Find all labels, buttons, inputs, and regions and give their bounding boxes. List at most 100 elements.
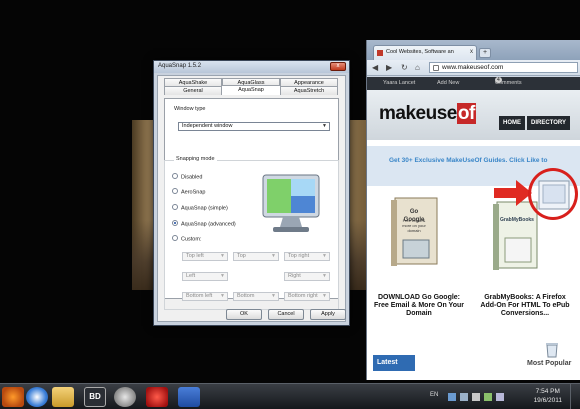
chevron-down-icon: ▼ [322,273,327,279]
reload-icon[interactable]: ↻ [401,63,408,73]
browser-tab[interactable]: Cool Websites, Software an x [373,45,477,60]
tab-general[interactable]: General [164,86,222,95]
radio-dot [172,235,178,241]
book2-title-link[interactable]: GrabMyBooks: A Firefox Add-On For HTML T… [479,294,571,318]
logo-of: of [456,103,476,124]
chevron-down-icon: ▼ [322,123,327,129]
show-desktop-button[interactable] [570,384,580,409]
select-value: Bottom left [186,293,213,299]
dialog-tabs: AquaShake AquaGlass Appearance General A… [158,76,345,96]
clock[interactable]: 7:54 PM 19/6/2011 [534,387,562,405]
snap-preview-icon [538,180,570,210]
explorer-icon[interactable] [52,387,74,407]
browser-toolbar: ◀ ▶ ↻ ⌂ www.makeuseof.com [367,60,580,76]
window-type-label: Window type [174,106,206,112]
tray-network-icon[interactable] [448,393,456,401]
monitor-preview-icon [262,174,320,232]
new-tab-button[interactable]: + [479,48,491,58]
bd-app-icon[interactable]: BD [84,387,106,407]
close-button[interactable]: x [330,62,346,71]
add-new-menu[interactable]: Add New [437,77,459,90]
radio-custom[interactable]: Custom: [172,235,202,243]
select-top[interactable]: Top ▼ [233,252,279,261]
media-icon[interactable] [146,387,168,407]
chevron-down-icon: ▼ [322,293,327,299]
back-icon[interactable]: ◀ [372,63,378,73]
site-admin-bar: Yaara Lancet Add New Comments 4 [367,77,580,90]
radio-dot [172,188,178,194]
chevron-down-icon: ▼ [220,253,225,259]
tray-flag-icon[interactable] [484,393,492,401]
tray-volume-icon[interactable] [472,393,480,401]
radio-label: Custom: [181,236,202,243]
radio-label: AquaSnap (simple) [181,205,228,212]
book2-cover-title: GrabMyBooks [500,217,534,223]
latest-heading: Latest [373,355,415,371]
select-top-right[interactable]: Top right ▼ [284,252,330,261]
radio-dot [172,204,178,210]
select-bottom[interactable]: Bottom ▼ [233,292,279,301]
tab-close-icon[interactable]: x [470,46,473,59]
chevron-down-icon: ▼ [271,293,276,299]
tab-aquasnap[interactable]: AquaSnap [221,85,281,95]
dialog-body: AquaShake AquaGlass Appearance General A… [157,75,346,322]
cancel-button[interactable]: Cancel [268,309,304,320]
select-left[interactable]: Left ▼ [182,272,228,281]
makeuseof-logo[interactable]: makeuseof [379,103,476,125]
tab-aquastretch[interactable]: AquaStretch [280,86,338,95]
radio-aquasnap-advanced[interactable]: AquaSnap (advanced) [172,220,236,228]
select-value: Bottom right [288,293,318,299]
logo-text: makeuse [379,103,457,124]
system-tray: EN 7:54 PM 19/6/2011 [420,384,580,409]
chevron-down-icon: ▼ [271,253,276,259]
firefox-icon[interactable] [2,387,24,407]
book1-cover-subtitle: Free email & more on your domain [402,218,426,233]
address-url: www.makeuseof.com [442,64,504,71]
window-type-select[interactable]: Independent window ▼ [178,122,330,131]
most-popular-heading: Most Popular [527,360,572,367]
browser-tab-strip: Cool Websites, Software an x + [367,40,580,60]
select-value: Top right [288,253,310,259]
select-value: Bottom [237,293,255,299]
select-bottom-right[interactable]: Bottom right ▼ [284,292,330,301]
dialog-title: AquaSnap 1.5.2 [158,63,202,69]
radio-dot [172,173,178,179]
webpage: makeuseof HOME DIRECTORY Get 30+ Exclusi… [367,90,580,380]
comments-count-badge: 4 [495,77,502,83]
cd-icon[interactable] [114,387,136,407]
tray-app-icon[interactable] [460,393,468,401]
select-value: Top [237,253,246,259]
chrome-icon[interactable] [26,387,48,407]
radio-aerosnap[interactable]: AeroSnap [172,188,206,196]
home-icon[interactable]: ⌂ [415,63,420,73]
radio-aquasnap-simple[interactable]: AquaSnap (simple) [172,204,228,212]
chevron-down-icon: ▼ [220,273,225,279]
apply-button[interactable]: Apply [310,309,346,320]
radio-disabled[interactable]: Disabled [172,173,203,181]
address-bar[interactable]: www.makeuseof.com [429,62,578,73]
ok-button[interactable]: OK [226,309,262,320]
nav-home[interactable]: HOME [499,116,525,130]
snapping-mode-label: Snapping mode [174,156,217,162]
select-value: Left [186,273,196,279]
recycle-bin-icon[interactable] [545,342,559,358]
dialog-titlebar[interactable]: AquaSnap 1.5.2 x [154,61,349,73]
nav-directory[interactable]: DIRECTORY [527,116,571,130]
select-value: Right [288,273,301,279]
aquasnap-dialog: AquaSnap 1.5.2 x AquaShake AquaGlass App… [153,60,350,326]
radio-label: AeroSnap [181,189,206,196]
radio-label: Disabled [181,174,203,181]
forward-icon[interactable]: ▶ [386,63,392,73]
user-menu[interactable]: Yaara Lancet [383,77,415,90]
tray-power-icon[interactable] [496,393,504,401]
word-icon[interactable] [178,387,200,407]
promo-text[interactable]: Get 30+ Exclusive MakeUseOf Guides. Clic… [389,157,547,164]
select-top-left[interactable]: Top left ▼ [182,252,228,261]
book1-title-link[interactable]: DOWNLOAD Go Google: Free Email & More On… [373,294,465,318]
language-indicator[interactable]: EN [430,392,438,398]
select-right[interactable]: Right ▼ [284,272,330,281]
chevron-down-icon: ▼ [220,293,225,299]
radio-label: AquaSnap (advanced) [181,221,236,228]
select-bottom-left[interactable]: Bottom left ▼ [182,292,228,301]
makeuseof-favicon-icon [377,50,383,56]
